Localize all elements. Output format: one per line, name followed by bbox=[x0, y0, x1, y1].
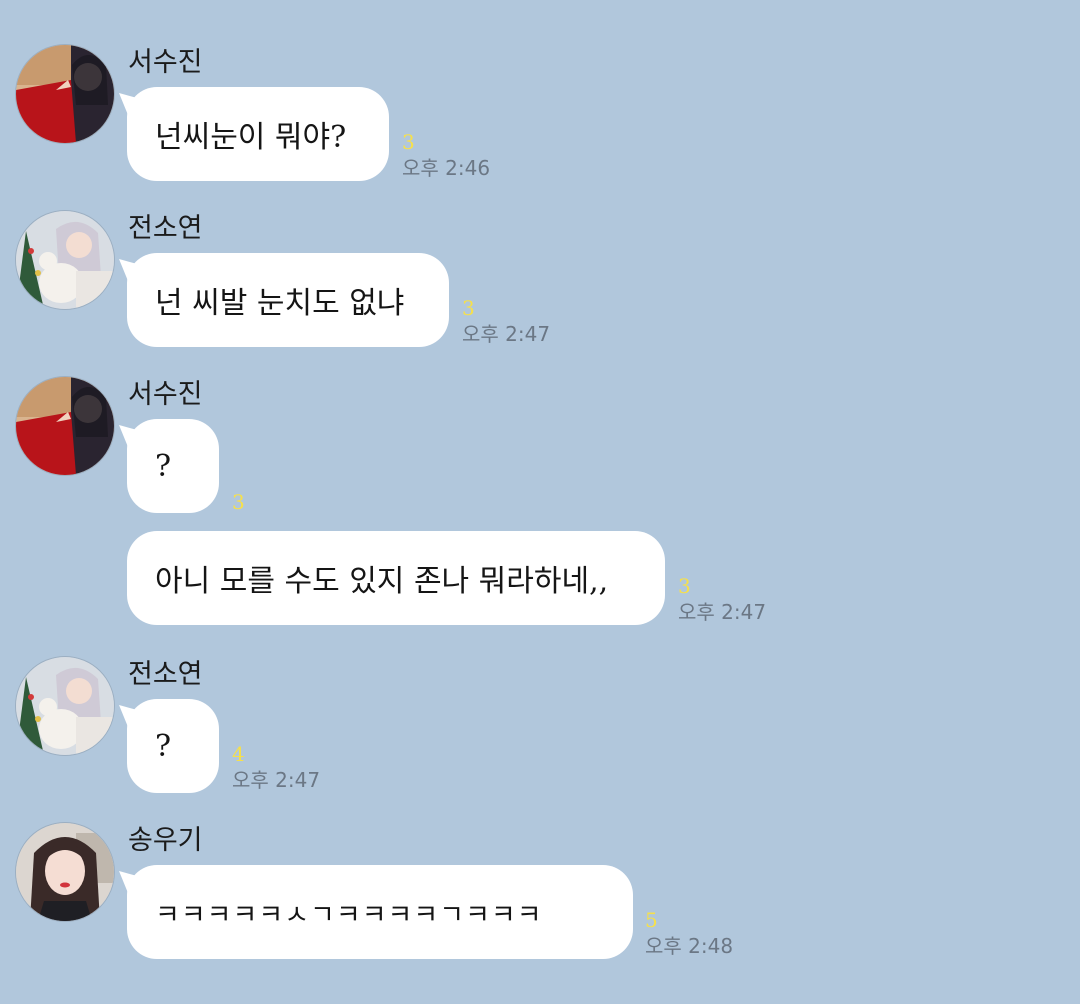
unread-count: 3 bbox=[232, 490, 245, 514]
message-text: 아니 모를 수도 있지 존나 뭐라하네,, bbox=[155, 564, 609, 599]
message-meta: 4 오후 2:47 bbox=[232, 744, 320, 790]
message-meta: 5 오후 2:48 bbox=[645, 910, 733, 956]
message-bubble[interactable]: 넌씨눈이 뭐야? bbox=[127, 87, 389, 181]
unread-count: 4 bbox=[232, 742, 245, 766]
message-text: ? bbox=[155, 728, 172, 764]
profile-photo-icon bbox=[16, 657, 114, 755]
timestamp: 오후 2:47 bbox=[232, 768, 321, 792]
unread-count: 3 bbox=[678, 574, 691, 598]
sender-name: 전소연 bbox=[128, 213, 203, 244]
unread-count: 3 bbox=[402, 130, 415, 154]
message-text: ㅋㅋㅋㅋㅋㅅㄱㅋㅋㅋㅋㄱㅋㅋㅋ bbox=[155, 899, 543, 931]
message-text: ? bbox=[155, 448, 172, 484]
sender-name: 서수진 bbox=[128, 47, 203, 78]
message-meta: 3 bbox=[232, 492, 245, 512]
message-bubble[interactable]: ? bbox=[127, 419, 219, 513]
sender-name: 서수진 bbox=[128, 379, 203, 410]
message-bubble[interactable]: 아니 모를 수도 있지 존나 뭐라하네,, bbox=[127, 531, 665, 625]
message-bubble[interactable]: ㅋㅋㅋㅋㅋㅅㄱㅋㅋㅋㅋㄱㅋㅋㅋ bbox=[127, 865, 633, 959]
timestamp: 오후 2:47 bbox=[462, 322, 551, 346]
profile-photo-icon bbox=[16, 45, 114, 143]
profile-photo-icon bbox=[16, 211, 114, 309]
message-text: 넌 씨발 눈치도 없냐 bbox=[155, 286, 405, 321]
avatar[interactable] bbox=[16, 45, 114, 143]
timestamp: 오후 2:48 bbox=[645, 934, 734, 958]
sender-name: 전소연 bbox=[128, 659, 203, 690]
unread-count: 5 bbox=[645, 908, 658, 932]
unread-count: 3 bbox=[462, 296, 475, 320]
timestamp: 오후 2:46 bbox=[402, 156, 491, 180]
profile-photo-icon bbox=[16, 377, 114, 475]
avatar[interactable] bbox=[16, 211, 114, 309]
avatar[interactable] bbox=[16, 377, 114, 475]
chat-window: 서수진 넌씨눈이 뭐야? 3 오후 2:46 전소연 넌 씨발 눈치도 없냐 3… bbox=[0, 0, 1080, 1004]
message-meta: 3 오후 2:47 bbox=[678, 576, 766, 622]
sender-name: 송우기 bbox=[128, 825, 203, 856]
profile-photo-icon bbox=[16, 823, 114, 921]
message-bubble[interactable]: 넌 씨발 눈치도 없냐 bbox=[127, 253, 449, 347]
message-text: 넌씨눈이 뭐야? bbox=[155, 120, 347, 155]
avatar[interactable] bbox=[16, 823, 114, 921]
message-bubble[interactable]: ? bbox=[127, 699, 219, 793]
avatar[interactable] bbox=[16, 657, 114, 755]
message-meta: 3 오후 2:47 bbox=[462, 298, 550, 344]
timestamp: 오후 2:47 bbox=[678, 600, 767, 624]
message-meta: 3 오후 2:46 bbox=[402, 132, 490, 178]
